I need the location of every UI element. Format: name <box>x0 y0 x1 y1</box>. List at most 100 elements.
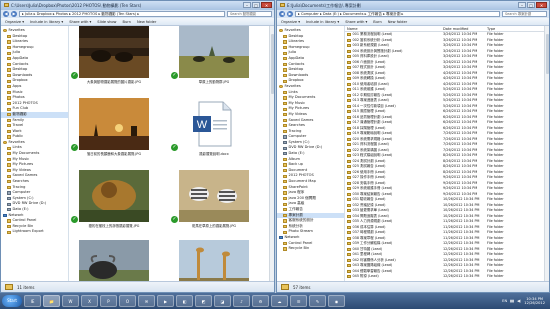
taskbar-app-button[interactable]: ♪ <box>233 295 250 307</box>
file-thumbnail[interactable]: 水牛.JPG <box>69 240 159 281</box>
volume-icon[interactable]: ◀) <box>517 299 521 303</box>
taskbar-app-button[interactable]: ☰ <box>290 295 307 307</box>
file-thumbnail[interactable]: ✓ 斑馬在草原上的攝影展覽.JPG <box>169 170 259 236</box>
forward-button[interactable]: ▶ <box>11 11 17 17</box>
vertical-scrollbar[interactable] <box>544 26 549 281</box>
toolbar-button[interactable]: Organize ▾ <box>5 20 24 24</box>
folder-icon <box>347 269 351 273</box>
folder-icon <box>347 187 351 191</box>
search-input[interactable]: Search 動物攝影 <box>227 11 272 17</box>
maximize-button[interactable]: □ <box>252 2 260 8</box>
column-type[interactable]: Type <box>485 26 525 31</box>
search-input[interactable]: Search 專案計劃 <box>502 11 547 17</box>
taskbar-app-button[interactable]: ◧ <box>176 295 193 307</box>
taskbar-app-button[interactable]: 📁 <box>43 295 60 307</box>
photo-thumbnail-image <box>79 26 149 78</box>
word-document-icon: W <box>179 98 249 150</box>
maximize-button[interactable]: □ <box>527 2 535 8</box>
close-button[interactable]: ✕ <box>536 2 547 8</box>
nav-item[interactable]: Recycle Bin <box>277 246 344 252</box>
title-bar[interactable]: E:\Julia\Documents\工作報告\ 專案計劃 – □ ✕ <box>277 1 549 10</box>
toolbar-button[interactable]: Burn <box>373 20 381 24</box>
folder-icon <box>283 118 287 122</box>
taskbar-app-button[interactable]: ◉ <box>328 295 345 307</box>
toolbar-button[interactable]: Share with ▾ <box>69 20 91 24</box>
file-name: 斑馬在草原上的攝影展覽.JPG <box>191 224 237 228</box>
toolbar-button[interactable]: Organize ▾ <box>281 20 300 24</box>
toolbar-button[interactable]: New folder <box>137 20 156 24</box>
folder-icon <box>347 253 351 257</box>
nav-item[interactable]: Lightroom Export <box>1 229 68 235</box>
toolbar-button[interactable]: Share with ▾ <box>345 20 367 24</box>
folder-icon <box>7 152 11 156</box>
file-thumbnail[interactable]: ✓ 落日前的長頸鹿和大象攝影展覽.JPG <box>69 98 159 164</box>
taskbar-app-button[interactable]: ◩ <box>195 295 212 307</box>
file-thumbnail[interactable]: W ✓ 攝影展覽說明.docx <box>169 98 259 164</box>
taskbar-app-button[interactable]: W <box>62 295 79 307</box>
folder-icon <box>7 34 11 38</box>
back-button[interactable]: ◀ <box>279 11 285 17</box>
column-name[interactable]: Name <box>345 26 441 31</box>
item-count: 11 items <box>17 284 35 290</box>
folder-icon <box>347 181 351 185</box>
taskbar-app-button[interactable]: ✉ <box>138 295 155 307</box>
address-bar[interactable]: ▸ Julia ▸ Dropbox ▸ Photos ▸ 2012 PHOTOS… <box>19 11 225 17</box>
folder-icon <box>7 62 11 66</box>
minimize-button[interactable]: – <box>518 2 526 8</box>
folder-icon <box>347 33 351 37</box>
folder-icon <box>7 85 11 89</box>
folder-icon <box>347 264 351 268</box>
back-button[interactable]: ◀ <box>3 11 9 17</box>
title-bar[interactable]: C:\Users\Julia\Dropbox\Photos\2012 PHOTO… <box>1 1 274 10</box>
address-bar[interactable]: ▸ Computer ▸ Data (E:) ▸ Documents ▸ 工作報… <box>295 11 500 17</box>
file-thumbnail[interactable]: 長頸鹿.JPG <box>169 240 259 281</box>
toolbar-button[interactable]: New folder <box>388 20 407 24</box>
sync-check-icon: ✓ <box>71 144 78 151</box>
sync-check-icon: ✓ <box>171 144 178 151</box>
file-thumbnail[interactable]: ✓ 草原上的動物群.JPG <box>169 26 259 92</box>
column-date-modified[interactable]: Date modified <box>441 26 485 31</box>
folder-icon <box>283 113 287 117</box>
toolbar-button[interactable]: Burn <box>123 20 131 24</box>
folder-icon <box>347 132 351 136</box>
folder-icon <box>283 129 287 134</box>
folder-icon <box>283 202 287 206</box>
close-button[interactable]: ✕ <box>261 2 272 8</box>
file-thumbnail[interactable]: ✓ 獵豹在樹枝上的靜態攝影展覽.JPG <box>69 170 159 236</box>
folder-icon <box>347 99 351 103</box>
photo-thumbnail-image <box>179 240 249 281</box>
folder-icon <box>283 157 287 162</box>
taskbar-app-button[interactable]: ◪ <box>214 295 231 307</box>
folder-icon <box>283 241 287 245</box>
toolbar-button[interactable]: Slide show <box>97 20 116 24</box>
folder-icon <box>347 154 351 158</box>
vertical-scrollbar[interactable] <box>269 26 274 281</box>
taskbar-app-button[interactable]: P <box>100 295 117 307</box>
forward-button[interactable]: ▶ <box>287 11 293 17</box>
taskbar-app-button[interactable]: X <box>81 295 98 307</box>
toolbar-button[interactable]: Include in library ▾ <box>306 20 339 24</box>
clock[interactable]: 10:34 PM 12/26/2012 <box>524 297 545 306</box>
minimize-button[interactable]: – <box>243 2 251 8</box>
taskbar-app-button[interactable]: IE <box>24 295 41 307</box>
folder-icon <box>283 180 287 184</box>
taskbar-app-button[interactable]: ✎ <box>309 295 326 307</box>
folder-icon <box>347 225 351 229</box>
file-type: File folder <box>487 274 504 278</box>
taskbar-app-button[interactable]: ☁ <box>271 295 288 307</box>
folder-icon <box>347 44 351 48</box>
taskbar-app-button[interactable]: ▶ <box>157 295 174 307</box>
drive-icon <box>7 202 11 206</box>
folder-icon <box>283 213 287 217</box>
list-item[interactable]: 045 附錄 (Lead) 12/26/2012 10:34 PM File fol… <box>345 274 544 280</box>
taskbar-app-button[interactable]: O <box>119 295 136 307</box>
sync-check-icon: ✓ <box>171 72 178 79</box>
network-icon[interactable]: ▮▮ <box>510 299 514 303</box>
file-thumbnail[interactable]: ✓ 大象與動物攝影展覽的圖片攝影.JPG <box>69 26 159 92</box>
folder-icon <box>7 185 11 190</box>
folder-icon <box>347 104 351 108</box>
start-button[interactable]: Start <box>2 295 22 307</box>
toolbar-button[interactable]: Include in library ▾ <box>30 20 63 24</box>
taskbar-app-button[interactable]: ⚙ <box>252 295 269 307</box>
language-indicator[interactable]: EN <box>502 299 507 303</box>
